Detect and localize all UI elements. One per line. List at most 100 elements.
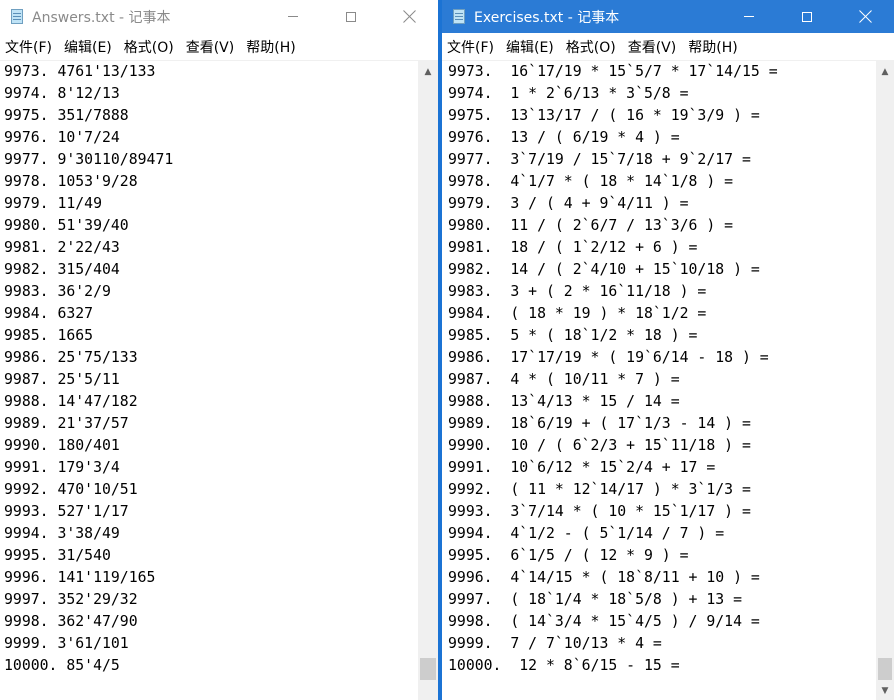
- text-line: 9974. 8'12/13: [4, 85, 120, 102]
- text-line: 9979. 3 / ( 4 + 9`4/11 ) =: [448, 195, 689, 212]
- menu-help[interactable]: 帮助(H): [246, 37, 295, 57]
- text-line: 9997. ( 18`1/4 * 18`5/8 ) + 13 =: [448, 591, 742, 608]
- text-line: 9998. 362'47/90: [4, 613, 138, 630]
- maximize-button[interactable]: [778, 0, 836, 33]
- maximize-icon: [802, 11, 812, 22]
- text-line: 9973. 4761'13/133: [4, 63, 156, 80]
- text-line: 9974. 1 * 2`6/13 * 3`5/8 =: [448, 85, 689, 102]
- vertical-scrollbar[interactable]: ▲ ▼: [876, 61, 894, 700]
- text-editor-area[interactable]: 9973. 16`17/19 * 15`5/7 * 17`14/15 = 9974…: [442, 61, 876, 700]
- scroll-thumb[interactable]: [420, 658, 436, 680]
- answers-titlebar[interactable]: Answers.txt - 记事本: [0, 0, 438, 33]
- text-line: 9985. 5 * ( 18`1/2 * 18 ) =: [448, 327, 698, 344]
- text-line: 10000. 12 * 8`6/15 - 15 =: [448, 657, 680, 674]
- text-line: 9994. 4`1/2 - ( 5`1/14 / 7 ) =: [448, 525, 725, 542]
- text-line: 9987. 25'5/11: [4, 371, 120, 388]
- text-line: 9981. 2'22/43: [4, 239, 120, 256]
- text-line: 9976. 10'7/24: [4, 129, 120, 146]
- minimize-icon: [288, 16, 298, 17]
- text-line: 9993. 3`7/14 * ( 10 * 15`1/17 ) =: [448, 503, 751, 520]
- text-line: 9994. 3'38/49: [4, 525, 120, 542]
- menu-format[interactable]: 格式(O): [566, 37, 616, 57]
- notepad-icon: [451, 8, 467, 25]
- close-button[interactable]: [380, 0, 438, 33]
- menu-bar: 文件(F) 编辑(E) 格式(O) 查看(V) 帮助(H): [0, 35, 438, 59]
- text-line: 9987. 4 * ( 10/11 * 7 ) =: [448, 371, 680, 388]
- text-line: 9981. 18 / ( 1`2/12 + 6 ) =: [448, 239, 698, 256]
- text-line: 9975. 13`13/17 / ( 16 * 19`3/9 ) =: [448, 107, 760, 124]
- caption-buttons: [720, 0, 894, 33]
- text-line: 9991. 179'3/4: [4, 459, 120, 476]
- text-line: 9989. 18`6/19 + ( 17`1/3 - 14 ) =: [448, 415, 751, 432]
- text-line: 9976. 13 / ( 6/19 * 4 ) =: [448, 129, 680, 146]
- text-line: 9986. 17`17/19 * ( 19`6/14 - 18 ) =: [448, 349, 769, 366]
- text-lines: 9973. 16`17/19 * 15`5/7 * 17`14/15 = 9974…: [442, 61, 876, 677]
- close-icon: [859, 10, 872, 23]
- text-line: 9990. 10 / ( 6`2/3 + 15`11/18 ) =: [448, 437, 751, 454]
- text-line: 9979. 11/49: [4, 195, 102, 212]
- maximize-button[interactable]: [322, 0, 380, 33]
- text-line: 9996. 141'119/165: [4, 569, 156, 586]
- menu-bar: 文件(F) 编辑(E) 格式(O) 查看(V) 帮助(H): [442, 35, 894, 59]
- text-line: 9984. 6327: [4, 305, 94, 322]
- minimize-icon: [744, 16, 754, 17]
- text-line: 9982. 315/404: [4, 261, 120, 278]
- notepad-icon: [9, 8, 25, 25]
- text-line: 9997. 352'29/32: [4, 591, 138, 608]
- window-title: Exercises.txt - 记事本: [474, 9, 620, 26]
- maximize-icon: [346, 11, 356, 22]
- text-line: 9977. 3`7/19 / 15`7/18 + 9`2/17 =: [448, 151, 751, 168]
- menu-help[interactable]: 帮助(H): [688, 37, 737, 57]
- exercises-titlebar[interactable]: Exercises.txt - 记事本: [442, 0, 894, 33]
- text-lines: 9973. 4761'13/133 9974. 8'12/13 9975. 351/…: [0, 61, 418, 677]
- text-line: 9989. 21'37/57: [4, 415, 129, 432]
- text-line: 9988. 14'47/182: [4, 393, 138, 410]
- exercises-window: Exercises.txt - 记事本 文件(F) 编辑(E) 格式(O) 查看…: [442, 0, 894, 700]
- close-icon: [403, 10, 416, 23]
- text-line: 9978. 4`1/7 * ( 18 * 14`1/8 ) =: [448, 173, 734, 190]
- text-line: 9999. 3'61/101: [4, 635, 129, 652]
- text-line: 9975. 351/7888: [4, 107, 129, 124]
- text-line: 9995. 31/540: [4, 547, 111, 564]
- text-line: 9996. 4`14/15 * ( 18`8/11 + 10 ) =: [448, 569, 760, 586]
- text-line: 9983. 36'2/9: [4, 283, 111, 300]
- answers-window: Answers.txt - 记事本 文件(F) 编辑(E) 格式(O) 查看(V…: [0, 0, 438, 700]
- text-line: 9998. ( 14`3/4 * 15`4/5 ) / 9/14 =: [448, 613, 760, 630]
- text-line: 9993. 527'1/17: [4, 503, 129, 520]
- window-title: Answers.txt - 记事本: [32, 9, 171, 26]
- text-line: 9980. 11 / ( 2`6/7 / 13`3/6 ) =: [448, 217, 734, 234]
- text-line: 9990. 180/401: [4, 437, 120, 454]
- text-line: 9984. ( 18 * 19 ) * 18`1/2 =: [448, 305, 707, 322]
- scroll-down-arrow-icon[interactable]: ▼: [876, 682, 894, 699]
- text-line: 9992. ( 11 * 12`14/17 ) * 3`1/3 =: [448, 481, 751, 498]
- text-line: 9978. 1053'9/28: [4, 173, 138, 190]
- menu-view[interactable]: 查看(V): [628, 37, 677, 57]
- minimize-button[interactable]: [720, 0, 778, 33]
- text-line: 9983. 3 + ( 2 * 16`11/18 ) =: [448, 283, 707, 300]
- scroll-thumb[interactable]: [878, 658, 892, 680]
- vertical-scrollbar[interactable]: ▲: [418, 61, 438, 700]
- menu-file[interactable]: 文件(F): [5, 37, 52, 57]
- scroll-up-arrow-icon[interactable]: ▲: [418, 63, 438, 80]
- text-line: 9999. 7 / 7`10/13 * 4 =: [448, 635, 662, 652]
- text-line: 9995. 6`1/5 / ( 12 * 9 ) =: [448, 547, 689, 564]
- text-line: 9985. 1665: [4, 327, 94, 344]
- text-line: 9973. 16`17/19 * 15`5/7 * 17`14/15 =: [448, 63, 778, 80]
- menu-edit[interactable]: 编辑(E): [64, 37, 112, 57]
- text-line: 9982. 14 / ( 2`4/10 + 15`10/18 ) =: [448, 261, 760, 278]
- close-button[interactable]: [836, 0, 894, 33]
- minimize-button[interactable]: [264, 0, 322, 33]
- menu-edit[interactable]: 编辑(E): [506, 37, 554, 57]
- text-line: 9977. 9'30110/89471: [4, 151, 174, 168]
- menu-view[interactable]: 查看(V): [186, 37, 235, 57]
- menu-format[interactable]: 格式(O): [124, 37, 174, 57]
- text-editor-area[interactable]: 9973. 4761'13/133 9974. 8'12/13 9975. 351/…: [0, 61, 418, 700]
- text-line: 9991. 10`6/12 * 15`2/4 + 17 =: [448, 459, 716, 476]
- menu-file[interactable]: 文件(F): [447, 37, 494, 57]
- caption-buttons: [264, 0, 438, 33]
- text-line: 9986. 25'75/133: [4, 349, 138, 366]
- text-line: 9980. 51'39/40: [4, 217, 129, 234]
- text-line: 10000. 85'4/5: [4, 657, 120, 674]
- scroll-up-arrow-icon[interactable]: ▲: [876, 63, 894, 80]
- text-line: 9988. 13`4/13 * 15 / 14 =: [448, 393, 680, 410]
